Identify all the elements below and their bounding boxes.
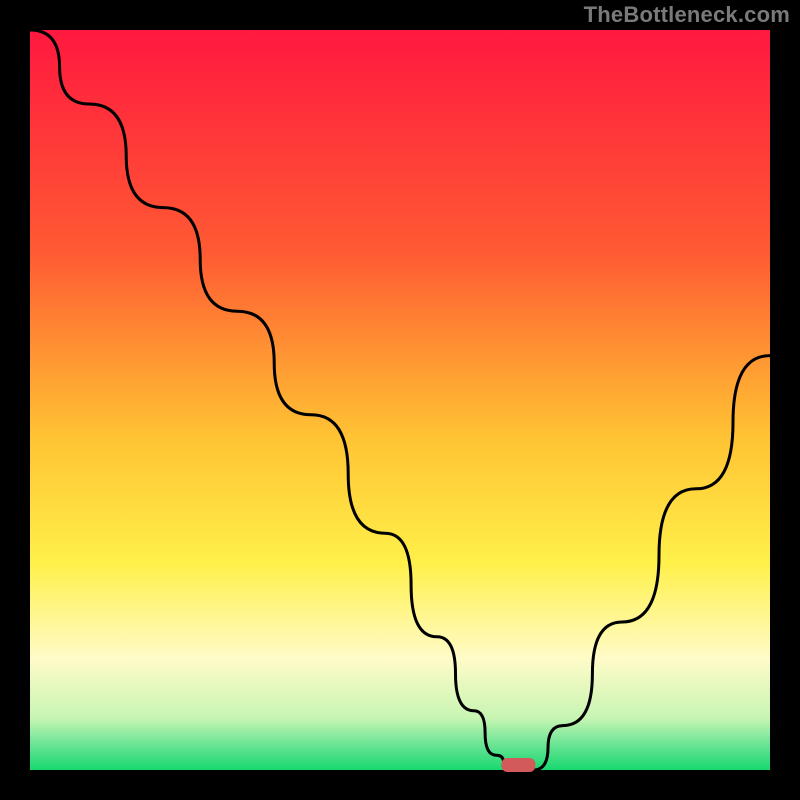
attribution-label: TheBottleneck.com [584,2,790,28]
chart-container: TheBottleneck.com [0,0,800,800]
gradient-background [30,30,770,770]
plot-area [30,30,770,772]
optimal-marker [501,758,535,772]
bottleneck-chart [0,0,800,800]
